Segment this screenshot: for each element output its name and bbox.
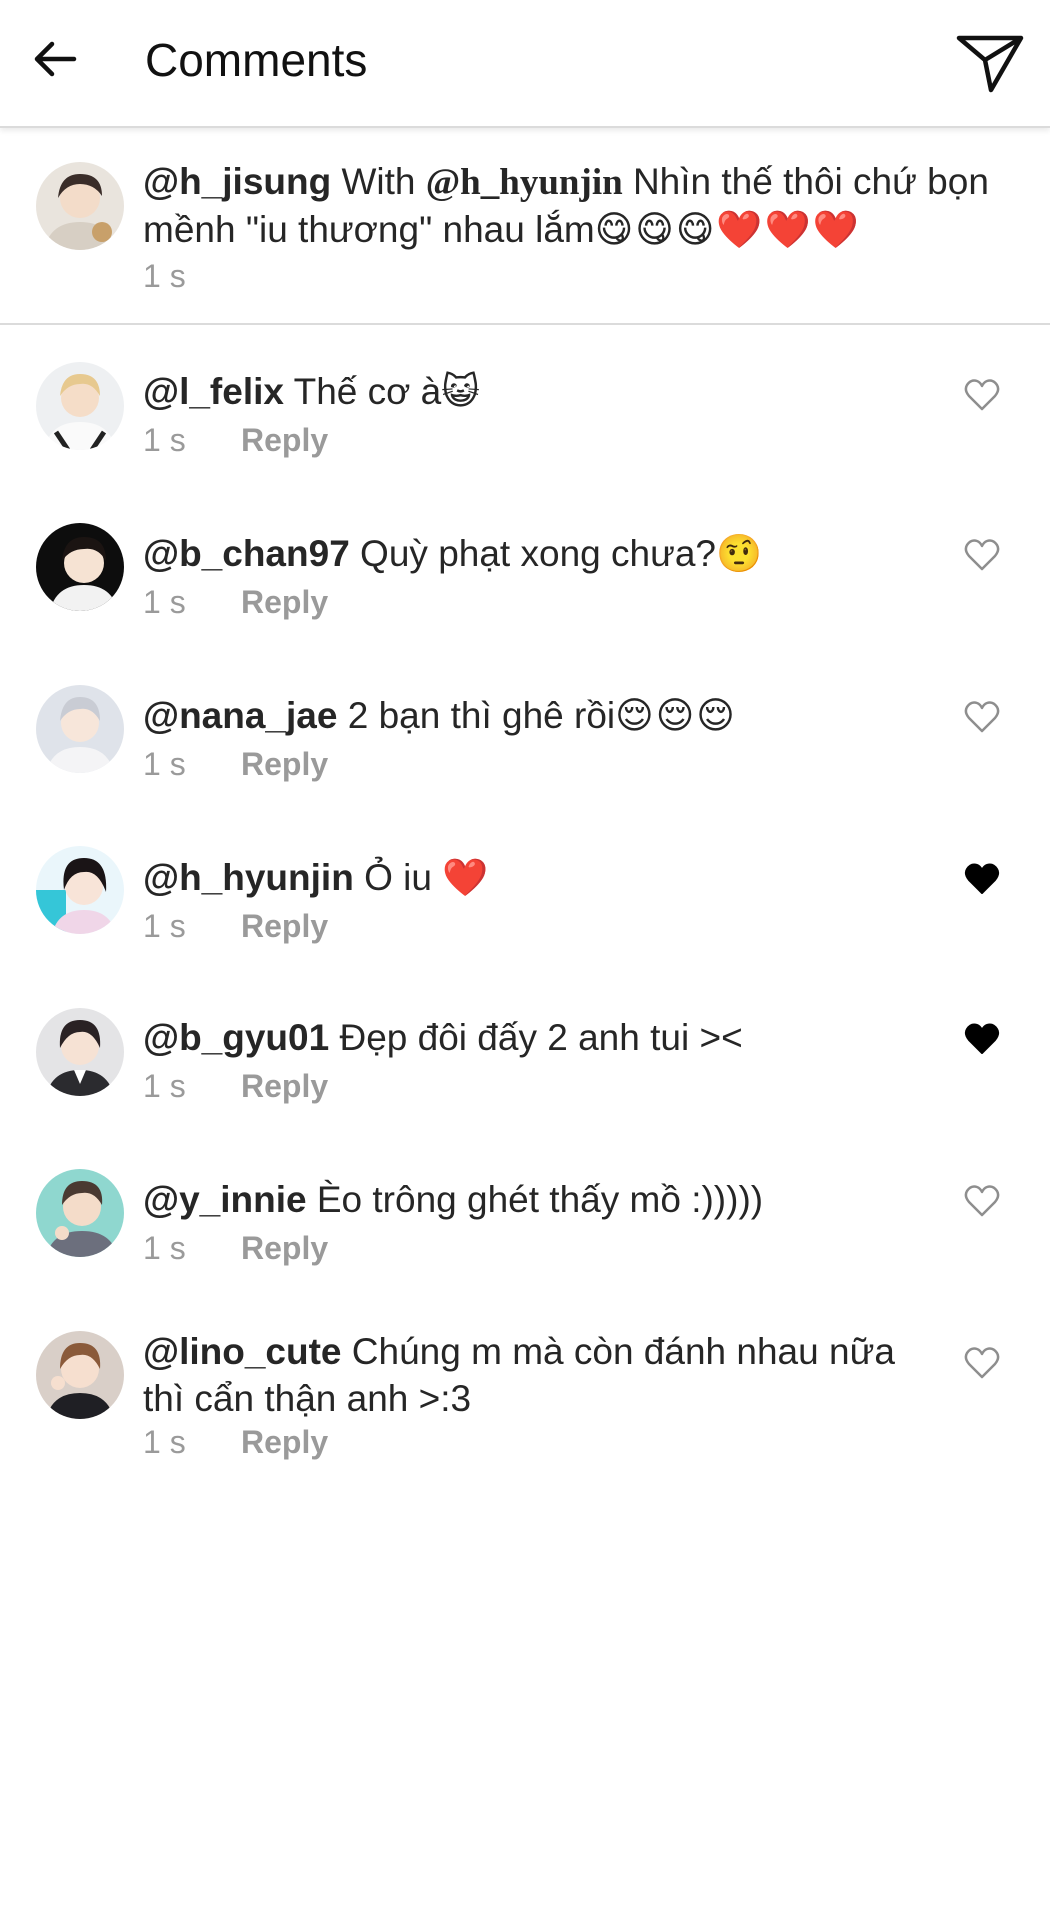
reply-button[interactable]: Reply [241, 746, 328, 782]
avatar[interactable] [36, 1169, 124, 1257]
caption-timestamp: 1 s [143, 258, 186, 294]
comment-body: 2 bạn thì ghê rồi [337, 695, 616, 736]
reply-button[interactable]: Reply [241, 422, 328, 458]
post-caption: @h_jisung With @h_hyunjin Nhìn thế thôi … [0, 128, 1050, 325]
comment-body: Ỏ iu [353, 857, 443, 898]
avatar[interactable] [36, 362, 124, 450]
heart-outline-icon[interactable] [964, 378, 1000, 412]
heart-outline-icon[interactable] [964, 1184, 1000, 1218]
reply-button[interactable]: Reply [241, 1068, 328, 1104]
comment-meta: 1 s Reply [143, 420, 328, 460]
comment-username[interactable]: @nana_jae [143, 695, 337, 736]
comment-username[interactable]: @l_felix [143, 371, 284, 412]
avatar[interactable] [36, 685, 124, 773]
caption-emojis: 😋😋😋❤️❤️❤️ [594, 209, 861, 250]
comment-emoji: 😺 [441, 371, 480, 412]
heart-outline-icon[interactable] [964, 1346, 1000, 1380]
back-arrow-icon[interactable] [30, 34, 80, 84]
comment-meta: 1 s Reply [143, 1066, 328, 1106]
comment-emoji: 🤨 [716, 533, 763, 574]
comment-meta: 1 s Reply [143, 582, 328, 622]
comment-text: @l_felix Thế cơ à😺 [143, 368, 1013, 415]
comment-username[interactable]: @b_gyu01 [143, 1017, 329, 1058]
caption-mention[interactable]: @h_hyunjin [426, 162, 623, 203]
comment-text: @b_gyu01 Đẹp đôi đấy 2 anh tui >< [143, 1014, 1013, 1061]
page-title: Comments [145, 34, 368, 86]
comment-text: @nana_jae 2 bạn thì ghê rồi😌😌😌 [143, 692, 1013, 739]
avatar[interactable] [36, 1008, 124, 1096]
caption-meta: 1 s [143, 256, 241, 296]
avatar[interactable] [36, 162, 124, 250]
comment-text: @y_innie Èo trông ghét thấy mồ :))))) [143, 1176, 1013, 1223]
comment-emoji: 😌😌😌 [615, 695, 737, 736]
reply-button[interactable]: Reply [241, 1424, 328, 1460]
reply-button[interactable]: Reply [241, 908, 328, 944]
heart-filled-icon[interactable] [964, 862, 1000, 896]
comment-timestamp: 1 s [143, 1424, 186, 1460]
heart-outline-icon[interactable] [964, 700, 1000, 734]
comment-username[interactable]: @b_chan97 [143, 533, 350, 574]
avatar[interactable] [36, 846, 124, 934]
caption-text: @h_jisung With @h_hyunjin Nhìn thế thôi … [143, 158, 1013, 253]
comment-timestamp: 1 s [143, 422, 186, 458]
comment-body: Èo trông ghét thấy mồ :))))) [306, 1179, 764, 1220]
send-icon[interactable] [955, 30, 1025, 94]
comment-timestamp: 1 s [143, 1230, 186, 1266]
heart-outline-icon[interactable] [964, 538, 1000, 572]
avatar[interactable] [36, 523, 124, 611]
header-bar: Comments [0, 0, 1050, 128]
comment-meta: 1 s Reply [143, 906, 328, 946]
comment-text: @lino_cute Chúng m mà còn đánh nhau nữa … [143, 1328, 923, 1422]
comment-timestamp: 1 s [143, 1068, 186, 1104]
comment-timestamp: 1 s [143, 584, 186, 620]
comment-text: @h_hyunjin Ỏ iu ❤️ [143, 854, 1013, 901]
comment-username[interactable]: @y_innie [143, 1179, 307, 1220]
comment-username[interactable]: @h_hyunjin [143, 857, 354, 898]
comment-body: Thế cơ à [283, 371, 442, 412]
reply-button[interactable]: Reply [241, 1230, 328, 1266]
comment-username[interactable]: @lino_cute [143, 1331, 342, 1372]
avatar[interactable] [36, 1331, 124, 1419]
comment-emoji: ❤️ [442, 857, 489, 898]
comment-timestamp: 1 s [143, 908, 186, 944]
comment-meta: 1 s Reply [143, 1228, 328, 1268]
comment-timestamp: 1 s [143, 746, 186, 782]
reply-button[interactable]: Reply [241, 584, 328, 620]
comment-meta: 1 s Reply [143, 744, 328, 784]
comment-text: @b_chan97 Quỳ phạt xong chưa?🤨 [143, 530, 1013, 577]
heart-filled-icon[interactable] [964, 1022, 1000, 1056]
caption-text-before: With [331, 161, 426, 202]
comment-body: Đẹp đôi đấy 2 anh tui >< [329, 1017, 743, 1058]
caption-username[interactable]: @h_jisung [143, 161, 331, 202]
comment-meta: 1 s Reply [143, 1422, 328, 1462]
comment-body: Quỳ phạt xong chưa? [349, 533, 717, 574]
